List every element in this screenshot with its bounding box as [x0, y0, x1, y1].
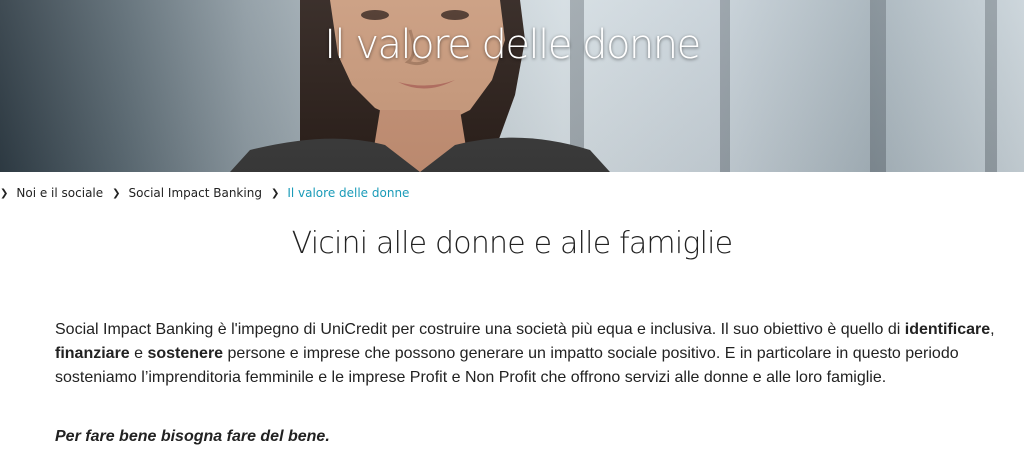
intro-separator: e [129, 345, 148, 362]
breadcrumb-current-page: Il valore delle donne [287, 186, 410, 200]
intro-bold-identificare: identificare [904, 321, 991, 338]
breadcrumb-link-noi-e-il-sociale[interactable]: Noi e il sociale [16, 186, 103, 200]
chevron-right-icon: ❯ [112, 187, 121, 199]
intro-text: Social Impact Banking è l'impegno di Uni… [55, 321, 905, 338]
hero-title: Il valore delle donne [324, 22, 701, 68]
intro-bold-finanziare: finanziare [55, 345, 130, 362]
breadcrumb-link-social-impact-banking[interactable]: Social Impact Banking [129, 186, 262, 200]
chevron-right-icon: ❯ [270, 187, 280, 199]
breadcrumb: ❯ Noi e il sociale ❯ Social Impact Banki… [0, 184, 409, 202]
intro-paragraph: Social Impact Banking è l'impegno di Uni… [55, 318, 1015, 390]
intro-bold-sostenere: sostenere [147, 345, 224, 362]
intro-separator: , [990, 321, 995, 338]
section-title: Vicini alle donne e alle famiglie [291, 226, 733, 261]
chevron-right-icon: ❯ [0, 187, 9, 199]
hero-banner: Il valore delle donne [0, 0, 1024, 172]
tagline: Per fare bene bisogna fare del bene. [55, 428, 330, 445]
